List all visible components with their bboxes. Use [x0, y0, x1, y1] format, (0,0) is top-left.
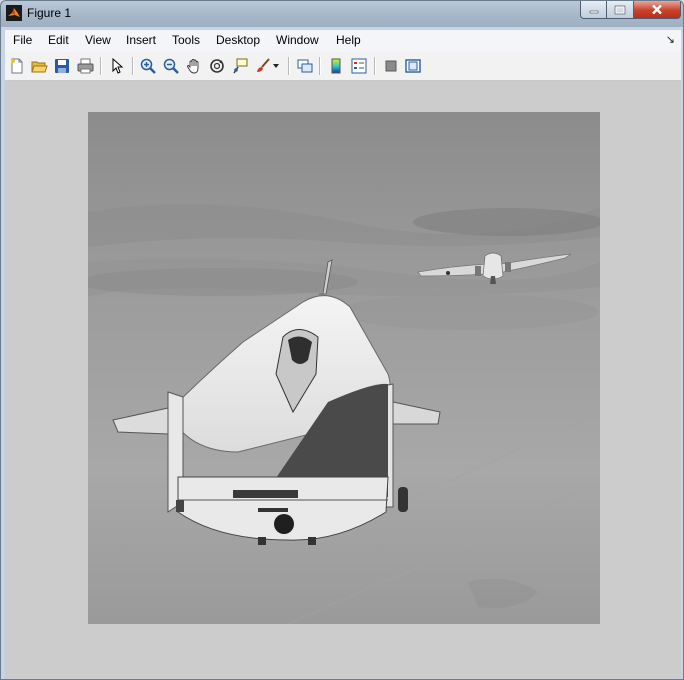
toolbar-separator [319, 57, 321, 75]
pan-button[interactable] [184, 56, 204, 76]
save-button[interactable] [52, 56, 72, 76]
open-file-button[interactable] [29, 56, 49, 76]
menu-bar: File Edit View Insert Tools Desktop Wind… [5, 30, 681, 53]
show-plot-tools-icon [405, 59, 421, 73]
edit-plot-arrow-icon [112, 58, 124, 74]
dock-arrow-icon[interactable]: ↘ [666, 33, 675, 46]
menu-edit[interactable]: Edit [48, 33, 69, 47]
menu-file[interactable]: File [13, 33, 32, 47]
window-title: Figure 1 [27, 6, 72, 20]
figure-toolbar [5, 52, 681, 81]
maximize-button[interactable] [607, 1, 634, 19]
menu-window[interactable]: Window [276, 33, 319, 47]
edit-plot-button[interactable] [107, 56, 127, 76]
image-axes[interactable] [88, 112, 600, 624]
rotate-3d-icon [210, 59, 224, 73]
new-figure-button[interactable] [7, 56, 27, 76]
brush-button[interactable] [253, 56, 273, 76]
toolbar-separator [288, 57, 290, 75]
minimize-icon [589, 10, 598, 13]
figure-canvas[interactable] [5, 81, 681, 679]
toolbar-separator [374, 57, 376, 75]
brush-dropdown-button[interactable] [271, 56, 281, 76]
zoom-in-button[interactable] [138, 56, 158, 76]
grayscale-photo-aircraft-icon [88, 112, 600, 624]
data-cursor-button[interactable] [230, 56, 250, 76]
toolbar-separator [100, 57, 102, 75]
link-plot-icon [297, 59, 313, 73]
toolbar-separator [132, 57, 134, 75]
figure-window: Figure 1 File Edit View Insert Tools Des… [0, 0, 684, 680]
zoom-out-button[interactable] [161, 56, 181, 76]
print-button[interactable] [75, 56, 95, 76]
close-icon [652, 4, 662, 15]
insert-legend-icon [351, 58, 367, 74]
pan-hand-icon [187, 59, 199, 74]
hide-plot-tools-icon [385, 60, 397, 72]
brush-dropdown-icon [273, 64, 279, 68]
zoom-out-icon [163, 58, 179, 74]
menu-tools[interactable]: Tools [172, 33, 200, 47]
new-figure-icon [11, 58, 23, 74]
insert-colorbar-button[interactable] [326, 56, 346, 76]
menu-help[interactable]: Help [336, 33, 361, 47]
minimize-button[interactable] [580, 1, 607, 19]
brush-icon [257, 58, 270, 72]
open-file-icon [30, 61, 48, 73]
hide-plot-tools-button[interactable] [381, 56, 401, 76]
link-plot-button[interactable] [295, 56, 315, 76]
save-icon [55, 59, 69, 73]
maximize-icon [614, 5, 626, 14]
close-button[interactable] [634, 1, 681, 19]
show-plot-tools-button[interactable] [403, 56, 423, 76]
matlab-logo-icon [6, 5, 22, 21]
zoom-in-icon [140, 58, 156, 74]
menu-insert[interactable]: Insert [126, 33, 156, 47]
menu-desktop[interactable]: Desktop [216, 33, 260, 47]
menu-view[interactable]: View [85, 33, 111, 47]
data-cursor-icon [233, 58, 248, 74]
insert-colorbar-icon [331, 58, 341, 74]
title-bar[interactable]: Figure 1 [1, 1, 683, 27]
rotate-3d-button[interactable] [207, 56, 227, 76]
print-icon [77, 58, 93, 74]
insert-legend-button[interactable] [349, 56, 369, 76]
